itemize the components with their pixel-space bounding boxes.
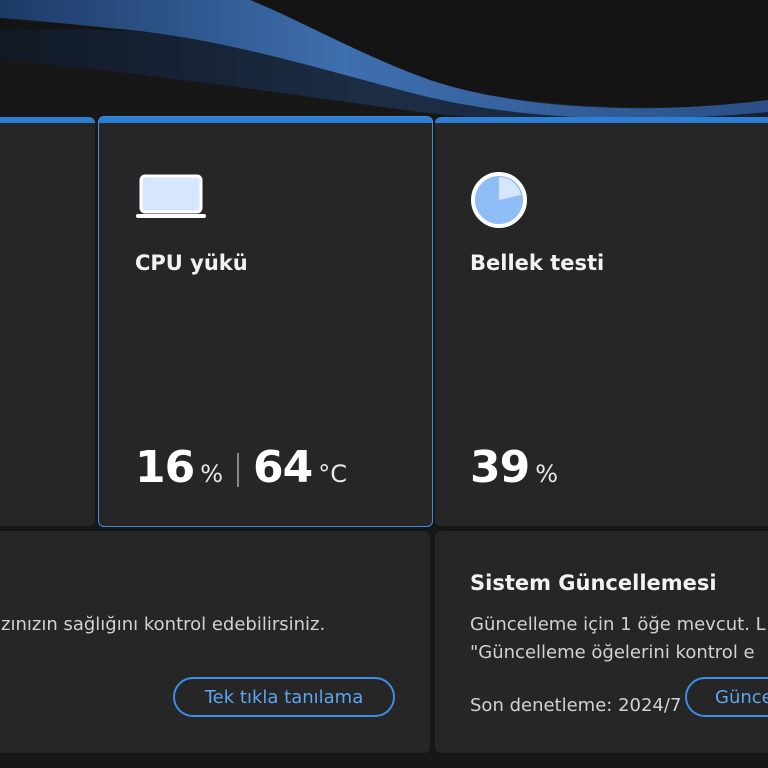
system-update-card: Sistem Güncellemesi Güncelleme için 1 öğ… xyxy=(435,531,768,753)
memory-test-card[interactable]: Bellek testi 39 % xyxy=(435,117,768,526)
app-window: CPU yükü 16 % 64 °C Bellek testi 39 % az… xyxy=(0,0,768,768)
laptop-icon xyxy=(136,174,206,218)
cpu-load-card[interactable]: CPU yükü 16 % 64 °C xyxy=(98,116,433,527)
memory-value: 39 xyxy=(470,442,530,493)
memory-metrics: 39 % xyxy=(470,442,558,493)
cpu-temp-value: 64 xyxy=(253,442,313,493)
cpu-metrics: 16 % 64 °C xyxy=(135,442,347,493)
update-info-line-1: Güncelleme için 1 öğe mevcut. L xyxy=(470,614,766,635)
update-info-line-2: "Güncelleme öğelerini kontrol e xyxy=(470,642,755,663)
last-checked-text: Son denetleme: 2024/7 xyxy=(470,695,682,716)
cpu-load-value: 16 xyxy=(135,442,195,493)
memory-unit: % xyxy=(535,460,559,488)
memory-pie-icon xyxy=(471,172,527,228)
update-button[interactable]: Günce xyxy=(685,677,768,717)
update-card-title: Sistem Güncellemesi xyxy=(470,571,717,595)
diagnostics-card: azınızın sağlığını kontrol edebilirsiniz… xyxy=(0,531,430,753)
metric-divider xyxy=(237,452,240,487)
header-wave-decoration xyxy=(0,0,768,130)
left-card-partial xyxy=(0,117,95,526)
cpu-load-unit: % xyxy=(200,460,224,488)
cpu-card-title: CPU yükü xyxy=(135,251,248,275)
memory-card-title: Bellek testi xyxy=(470,251,605,275)
one-click-diagnose-button[interactable]: Tek tıkla tanılama xyxy=(173,677,395,717)
diagnostics-description: azınızın sağlığını kontrol edebilirsiniz… xyxy=(0,614,326,635)
cpu-temp-unit: °C xyxy=(318,460,348,488)
